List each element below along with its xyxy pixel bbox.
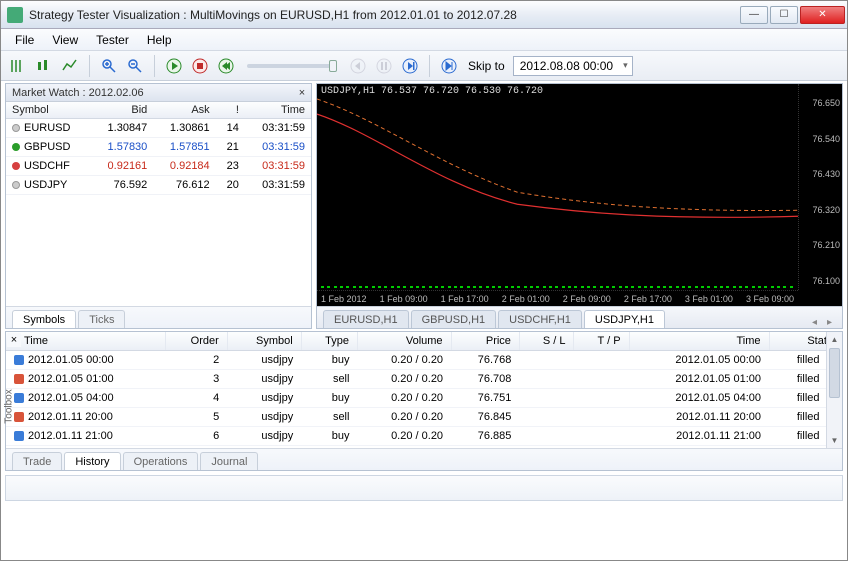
chart-bars-icon[interactable] bbox=[7, 55, 29, 77]
zoom-in-icon[interactable] bbox=[98, 55, 120, 77]
market-watch-table: SymbolBidAsk!Time EURUSD1.308471.3086114… bbox=[6, 102, 311, 306]
chart-x-tick: 2 Feb 09:00 bbox=[563, 294, 611, 304]
market-watch-tab-ticks[interactable]: Ticks bbox=[78, 310, 125, 328]
chart-x-tick: 3 Feb 09:00 bbox=[746, 294, 794, 304]
market-watch-panel: Market Watch : 2012.02.06 × SymbolBidAsk… bbox=[5, 83, 312, 329]
chart-canvas[interactable]: USDJPY,H1 76.537 76.720 76.530 76.720 76… bbox=[317, 84, 842, 306]
history-row[interactable]: 2012.01.05 04:004usdjpybuy0.20 / 0.2076.… bbox=[6, 389, 842, 408]
step-fwd-button[interactable] bbox=[399, 55, 421, 77]
history-row[interactable]: 2012.01.05 01:003usdjpysell0.20 / 0.2076… bbox=[6, 370, 842, 389]
toolbox-tab-trade[interactable]: Trade bbox=[12, 452, 62, 470]
chart-tab-eurusd[interactable]: EURUSD,H1 bbox=[323, 310, 409, 328]
window-title: Strategy Tester Visualization : MultiMov… bbox=[29, 8, 740, 22]
chart-info-label: USDJPY,H1 76.537 76.720 76.530 76.720 bbox=[321, 86, 543, 97]
zoom-out-icon[interactable] bbox=[124, 55, 146, 77]
history-row[interactable]: 2012.01.11 20:005usdjpysell0.20 / 0.2076… bbox=[6, 408, 842, 427]
chart-tab-gbpusd[interactable]: GBPUSD,H1 bbox=[411, 310, 497, 328]
history-col[interactable]: Symbol bbox=[227, 332, 301, 351]
chart-panel: USDJPY,H1 76.537 76.720 76.530 76.720 76… bbox=[316, 83, 843, 329]
skip-to-date-combo[interactable]: 2012.08.08 00:00 bbox=[513, 56, 633, 76]
chart-x-tick: 2 Feb 01:00 bbox=[502, 294, 550, 304]
close-button[interactable]: ✕ bbox=[800, 6, 845, 24]
minimize-button[interactable]: — bbox=[740, 6, 768, 24]
history-col[interactable]: Price bbox=[451, 332, 519, 351]
menu-file[interactable]: File bbox=[7, 31, 42, 49]
rewind-button[interactable] bbox=[215, 55, 237, 77]
mw-col[interactable]: Symbol bbox=[6, 102, 91, 119]
history-col[interactable]: Type bbox=[301, 332, 357, 351]
chart-x-tick: 1 Feb 2012 bbox=[321, 294, 367, 304]
skip-icon[interactable] bbox=[438, 55, 460, 77]
mw-col[interactable]: Ask bbox=[153, 102, 215, 119]
history-col[interactable]: Volume bbox=[357, 332, 451, 351]
chart-tab-prev-icon[interactable]: ◂ bbox=[808, 317, 821, 328]
history-col[interactable]: T / P bbox=[574, 332, 629, 351]
chart-y-tick: 76.320 bbox=[801, 205, 840, 215]
app-icon bbox=[7, 7, 23, 23]
history-col[interactable]: Time bbox=[6, 332, 165, 351]
market-watch-row[interactable]: GBPUSD1.578301.578512103:31:59 bbox=[6, 138, 311, 157]
chart-y-tick: 76.100 bbox=[801, 276, 840, 286]
play-button[interactable] bbox=[163, 55, 185, 77]
status-bar bbox=[5, 475, 843, 501]
stop-button[interactable] bbox=[189, 55, 211, 77]
market-watch-close-icon[interactable]: × bbox=[295, 86, 309, 100]
market-watch-row[interactable]: EURUSD1.308471.308611403:31:59 bbox=[6, 119, 311, 138]
market-watch-row[interactable]: USDCHF0.921610.921842303:31:59 bbox=[6, 157, 311, 176]
chart-x-tick: 1 Feb 17:00 bbox=[441, 294, 489, 304]
scroll-thumb[interactable] bbox=[829, 348, 840, 398]
toolbox-tab-history[interactable]: History bbox=[64, 452, 120, 470]
history-table: TimeOrderSymbolTypeVolumePriceS / LT / P… bbox=[6, 332, 842, 448]
menu-bar: File View Tester Help bbox=[1, 29, 847, 51]
toolbox-panel: Toolbox × TimeOrderSymbolTypeVolumePrice… bbox=[5, 331, 843, 471]
step-back-button[interactable] bbox=[347, 55, 369, 77]
market-watch-title: Market Watch : 2012.02.06 bbox=[12, 87, 144, 99]
chart-tab-usdchf[interactable]: USDCHF,H1 bbox=[498, 310, 582, 328]
history-row[interactable]: 2012.01.11 21:006usdjpybuy0.20 / 0.2076.… bbox=[6, 427, 842, 446]
chart-y-tick: 76.430 bbox=[801, 169, 840, 179]
menu-view[interactable]: View bbox=[44, 31, 86, 49]
history-col[interactable]: Time bbox=[629, 332, 769, 351]
scroll-up-icon[interactable]: ▲ bbox=[827, 332, 842, 347]
chart-x-tick: 3 Feb 01:00 bbox=[685, 294, 733, 304]
chart-y-tick: 76.210 bbox=[801, 240, 840, 250]
market-watch-row[interactable]: USDJPY76.59276.6122003:31:59 bbox=[6, 176, 311, 195]
mw-col[interactable]: Bid bbox=[91, 102, 153, 119]
chart-y-tick: 76.540 bbox=[801, 134, 840, 144]
history-col[interactable]: S / L bbox=[519, 332, 574, 351]
toolbox-tab-operations[interactable]: Operations bbox=[123, 452, 199, 470]
chart-x-tick: 1 Feb 09:00 bbox=[380, 294, 428, 304]
mw-col[interactable]: ! bbox=[216, 102, 245, 119]
skip-to-label: Skip to bbox=[468, 59, 505, 73]
chart-tab-next-icon[interactable]: ▸ bbox=[823, 317, 836, 328]
toolbar: Skip to 2012.08.08 00:00 bbox=[1, 51, 847, 81]
menu-tester[interactable]: Tester bbox=[88, 31, 137, 49]
history-scrollbar[interactable]: ▲ ▼ bbox=[826, 332, 842, 448]
scroll-down-icon[interactable]: ▼ bbox=[827, 433, 842, 448]
chart-line-icon[interactable] bbox=[59, 55, 81, 77]
pause-button[interactable] bbox=[373, 55, 395, 77]
toolbox-tab-journal[interactable]: Journal bbox=[200, 452, 258, 470]
history-col[interactable]: Order bbox=[165, 332, 227, 351]
maximize-button[interactable]: ☐ bbox=[770, 6, 798, 24]
toolbox-close-icon[interactable]: × bbox=[7, 333, 21, 347]
history-row[interactable]: 2012.01.05 00:002usdjpybuy0.20 / 0.2076.… bbox=[6, 351, 842, 370]
chart-tab-usdjpy[interactable]: USDJPY,H1 bbox=[584, 310, 665, 328]
chart-x-tick: 2 Feb 17:00 bbox=[624, 294, 672, 304]
chart-y-tick: 76.650 bbox=[801, 98, 840, 108]
mw-col[interactable]: Time bbox=[245, 102, 311, 119]
speed-slider[interactable] bbox=[247, 64, 337, 68]
menu-help[interactable]: Help bbox=[139, 31, 180, 49]
chart-candles-icon[interactable] bbox=[33, 55, 55, 77]
market-watch-tab-symbols[interactable]: Symbols bbox=[12, 310, 76, 328]
window-titlebar: Strategy Tester Visualization : MultiMov… bbox=[1, 1, 847, 29]
